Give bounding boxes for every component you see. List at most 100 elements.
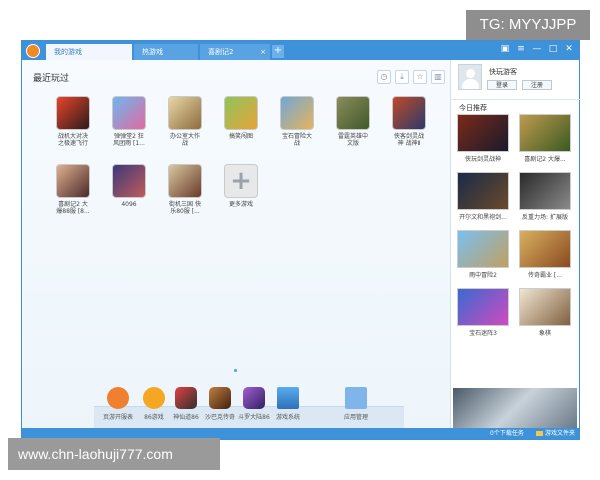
dock-item[interactable]: 86游戏 — [136, 387, 172, 421]
dock-item[interactable]: 页游开服表 — [100, 387, 136, 421]
recommend-label: 传奇霸业 [... — [528, 272, 562, 279]
recommend-thumbnail — [519, 172, 571, 210]
tab-my-games[interactable]: 我的游戏 — [46, 44, 132, 60]
close-button[interactable]: ✕ — [563, 43, 575, 55]
game-tile[interactable]: 战机大对决 之极速飞行 — [48, 96, 98, 147]
login-button[interactable]: 登录 — [487, 80, 517, 90]
more-games-button[interactable]: + 更多游戏 — [216, 164, 266, 208]
username: 快玩游客 — [489, 68, 517, 76]
folder-label: 游戏文件夹 — [545, 430, 576, 437]
plus-icon: + — [224, 164, 258, 198]
avatar-body — [462, 79, 479, 89]
dock-label: 应用管理 — [343, 414, 368, 421]
folder-icon — [536, 431, 543, 436]
game-tile[interactable]: 搞笑闯图 — [216, 96, 266, 140]
tab-label: 我的游戏 — [54, 48, 82, 56]
user-panel: 快玩游客 登录 注册 — [451, 60, 580, 100]
game-name: 办公室大作 战 — [169, 133, 200, 147]
add-tab-button[interactable]: + — [272, 45, 284, 58]
game-icon — [112, 164, 146, 198]
page-indicator-dot[interactable] — [234, 369, 237, 372]
dock-item[interactable]: 神仙道86 — [168, 387, 204, 421]
game-tile[interactable]: 弹弹堂2 狂 风团雨 [1... — [104, 96, 154, 147]
tab-label: 热游戏 — [142, 48, 163, 56]
game-name: 雷霆英雄中 文版 — [337, 133, 368, 147]
game-name: 喜剧记2 大 爆88服 [8... — [56, 201, 90, 215]
watermark-bottom: www.chn-laohuji777.com — [8, 438, 220, 470]
game-icon — [336, 96, 370, 130]
game-icon — [168, 164, 202, 198]
screenshot-stage: 我的游戏 热游戏 喜剧记2 × + ▣ ≡ — □ ✕ 最近玩过 ◷ ⤓ ☆ ▥ … — [0, 0, 600, 480]
download-tasks-link[interactable]: 0个下载任务 — [490, 429, 524, 438]
game-icon — [56, 164, 90, 198]
recommend-label: 喜剧记2 大爆... — [524, 156, 566, 163]
right-sidebar: 快玩游客 登录 注册 今日推荐 侠玩剑灵战神 喜剧记2 大爆... 开尔文和黑袍… — [450, 60, 580, 428]
game-name: 弹弹堂2 狂 风团雨 [1... — [113, 133, 145, 147]
title-bar: 我的游戏 热游戏 喜剧记2 × + ▣ ≡ — □ ✕ — [22, 41, 579, 60]
recommend-item[interactable]: 侠玩剑灵战神 — [455, 114, 511, 163]
game-tile[interactable]: 雷霆英雄中 文版 — [328, 96, 378, 147]
recommend-label: 宝石迷阵3 — [469, 330, 497, 337]
download-icon[interactable]: ⤓ — [395, 70, 409, 84]
recommend-thumbnail — [519, 114, 571, 152]
recommend-item[interactable]: 传奇霸业 [... — [517, 230, 573, 279]
delete-icon[interactable]: ▥ — [431, 70, 445, 84]
ad-banner[interactable] — [453, 388, 577, 428]
game-launcher-window: 我的游戏 热游戏 喜剧记2 × + ▣ ≡ — □ ✕ 最近玩过 ◷ ⤓ ☆ ▥ … — [21, 40, 580, 440]
game-name: 宝石冒险大 战 — [281, 133, 312, 147]
game-tile[interactable]: 街机三国 快 乐80服 [... — [160, 164, 210, 215]
dock-item[interactable]: 应用管理 — [338, 387, 374, 421]
game-tile[interactable]: 4096 — [104, 164, 154, 208]
recommend-thumbnail — [457, 172, 509, 210]
game-name: 侠客剑灵战 神 战神Ⅱ — [393, 133, 424, 147]
dock-label: 86游戏 — [144, 414, 164, 421]
game-icon — [56, 96, 90, 130]
dock-item[interactable]: 游戏系统 — [270, 387, 306, 421]
game-icon — [175, 387, 197, 409]
recommend-thumbnail — [519, 230, 571, 268]
recommend-item[interactable]: 宝石迷阵3 — [455, 288, 511, 337]
avatar[interactable] — [458, 64, 482, 90]
recommend-item[interactable]: 开尔文和黑袍剑... — [455, 172, 511, 221]
recommend-item[interactable]: 喜剧记2 大爆... — [517, 114, 573, 163]
favorite-icon[interactable]: ☆ — [413, 70, 427, 84]
recommend-label: 象棋 — [538, 330, 551, 337]
tab-hot-games[interactable]: 热游戏 — [134, 44, 198, 60]
game-tile[interactable]: 宝石冒险大 战 — [272, 96, 322, 147]
register-button[interactable]: 注册 — [522, 80, 552, 90]
server-list-icon — [107, 387, 129, 409]
tab-label: 喜剧记2 — [208, 48, 234, 56]
skin-icon[interactable]: ▣ — [499, 43, 511, 55]
recommend-thumbnail — [457, 288, 509, 326]
monkey-icon — [143, 387, 165, 409]
dock-label: 神仙道86 — [173, 414, 199, 421]
dock-item[interactable]: 斗罗大陆86 — [236, 387, 272, 421]
game-tile[interactable]: 办公室大作 战 — [160, 96, 210, 147]
recommend-label: 反重力场: 扩展版 — [522, 214, 568, 221]
game-folder-link[interactable]: 游戏文件夹 — [536, 429, 575, 438]
game-icon — [209, 387, 231, 409]
recommend-item[interactable]: 象棋 — [517, 288, 573, 337]
history-icon[interactable]: ◷ — [377, 70, 391, 84]
menu-icon[interactable]: ≡ — [515, 43, 527, 55]
recommend-label: 雨中冒险2 — [469, 272, 497, 279]
tab-game-page[interactable]: 喜剧记2 × — [200, 44, 270, 60]
recommend-item[interactable]: 反重力场: 扩展版 — [517, 172, 573, 221]
game-tile[interactable]: 喜剧记2 大 爆88服 [8... — [48, 164, 98, 215]
recommend-thumbnail — [519, 288, 571, 326]
minimize-button[interactable]: — — [531, 43, 543, 55]
recommend-item[interactable]: 雨中冒险2 — [455, 230, 511, 279]
dock-item[interactable]: 沙巴克传奇 — [202, 387, 238, 421]
close-icon[interactable]: × — [260, 44, 266, 60]
maximize-button[interactable]: □ — [547, 43, 559, 55]
game-tile[interactable]: 侠客剑灵战 神 战神Ⅱ — [384, 96, 434, 147]
game-name: 搞笑闯图 — [228, 133, 253, 140]
avatar-head — [466, 69, 475, 78]
app-logo-icon — [26, 44, 40, 58]
game-name: 战机大对决 之极速飞行 — [57, 133, 88, 147]
dock-label: 页游开服表 — [102, 414, 133, 421]
game-icon — [392, 96, 426, 130]
app-grid-icon — [345, 387, 367, 409]
panel-toolbar: ◷ ⤓ ☆ ▥ — [377, 70, 445, 84]
recent-games-panel: 最近玩过 ◷ ⤓ ☆ ▥ 战机大对决 之极速飞行 弹弹堂2 狂 风团雨 [1..… — [22, 60, 450, 428]
